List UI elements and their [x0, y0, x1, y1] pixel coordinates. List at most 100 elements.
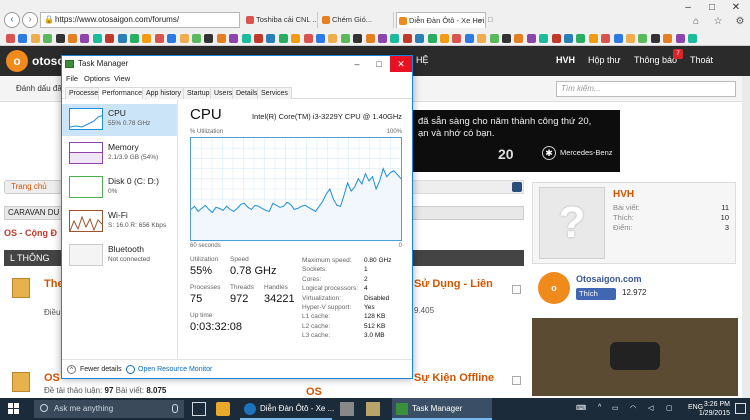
battery-icon[interactable]: ▭: [612, 404, 619, 412]
chevron-up-icon[interactable]: ^: [598, 404, 601, 411]
menu-options[interactable]: Options: [84, 74, 110, 83]
profile-name[interactable]: HVH: [613, 189, 634, 200]
favorite-site-icon[interactable]: [477, 34, 487, 43]
forum-title[interactable]: OS: [44, 372, 60, 384]
favorite-site-icon[interactable]: [378, 34, 387, 43]
browser-tab-3[interactable]: Diễn Đàn Ôtô - Xe Hơi Bốn ... ×: [396, 12, 486, 28]
windows-start-icon[interactable]: [8, 403, 20, 415]
favorite-site-icon[interactable]: [588, 34, 598, 43]
back-button[interactable]: ‹: [4, 12, 20, 28]
favorite-site-icon[interactable]: [316, 34, 325, 43]
favorite-site-icon[interactable]: [154, 34, 164, 43]
sidebar-item-bluetooth[interactable]: Bluetooth Not connected: [62, 240, 177, 272]
menu-file[interactable]: File: [66, 74, 78, 83]
browser-tab-1[interactable]: Toshiba cải CNL ...: [244, 12, 318, 28]
star-icon[interactable]: ☆: [710, 16, 726, 27]
avatar[interactable]: ?: [539, 187, 605, 259]
favorite-site-icon[interactable]: [18, 34, 28, 43]
mark-read-link[interactable]: Đánh dấu đã: [16, 84, 62, 93]
task-view-icon[interactable]: [192, 402, 206, 416]
favorite-site-icon[interactable]: [43, 34, 53, 43]
favorite-site-icon[interactable]: [241, 34, 251, 43]
tab-startup[interactable]: Startup: [183, 87, 214, 99]
maximize-icon[interactable]: □: [704, 2, 720, 13]
menu-view[interactable]: View: [114, 74, 130, 83]
favorite-site-icon[interactable]: [291, 34, 301, 43]
favorite-site-icon[interactable]: [30, 34, 40, 43]
favorite-site-icon[interactable]: [576, 34, 586, 43]
mercedes-banner[interactable]: đã sẵn sàng cho năm thành công thứ 20, ạ…: [410, 110, 620, 172]
forum-rss-icon[interactable]: [512, 376, 521, 385]
sidebar-item-cpu[interactable]: CPU 55% 0.78 GHz: [62, 104, 177, 136]
home-icon[interactable]: ⌂: [688, 16, 704, 27]
message-icon[interactable]: ▢: [666, 404, 673, 412]
close-tab-icon[interactable]: ×: [478, 13, 482, 28]
keyboard-icon[interactable]: ⌨: [576, 404, 586, 412]
site-logo-text[interactable]: otosc: [32, 54, 64, 68]
minimize-icon[interactable]: –: [680, 2, 696, 13]
favorite-site-icon[interactable]: [55, 34, 65, 43]
favorite-site-icon[interactable]: [638, 34, 648, 43]
chevron-up-icon[interactable]: ^: [67, 365, 76, 374]
tab-performance[interactable]: Performance: [98, 87, 147, 100]
fb-like-button[interactable]: Thích: [576, 288, 616, 300]
sidebar-item-disk[interactable]: Disk 0 (C: D:) 0%: [62, 172, 177, 204]
favorite-site-icon[interactable]: [254, 34, 263, 43]
favorite-site-icon[interactable]: [526, 34, 536, 43]
favorite-site-icon[interactable]: [650, 34, 660, 43]
favorite-site-icon[interactable]: [216, 34, 226, 43]
favorite-site-icon[interactable]: [179, 34, 189, 43]
forum-title-right[interactable]: Sử Dụng - Liên: [414, 278, 493, 290]
favorite-site-icon[interactable]: [192, 34, 201, 43]
favorite-site-icon[interactable]: [402, 34, 412, 43]
taskbar-app-icon[interactable]: [366, 402, 380, 416]
nav-logout[interactable]: Thoát: [690, 55, 713, 65]
close-icon[interactable]: ✕: [728, 2, 744, 13]
favorite-site-icon[interactable]: [427, 34, 437, 43]
nav-item-cut[interactable]: HỆ: [416, 55, 429, 65]
taskbar-clock[interactable]: 3:26 PM 1/29/2015: [699, 400, 730, 418]
favorite-site-icon[interactable]: [340, 34, 350, 43]
favorite-site-icon[interactable]: [551, 34, 561, 43]
close-icon[interactable]: ✕: [390, 56, 412, 72]
nav-notifications[interactable]: Thông báo 7: [634, 49, 684, 65]
nav-inbox[interactable]: Hộp thư: [588, 55, 621, 65]
favorite-site-icon[interactable]: [266, 34, 276, 43]
rss-icon[interactable]: [512, 182, 522, 192]
tab-services[interactable]: Services: [257, 87, 292, 99]
site-search-input[interactable]: Tìm kiếm...: [556, 81, 736, 97]
task-manager-titlebar[interactable]: Task Manager – □ ✕: [62, 56, 412, 72]
taskbar-app-browser[interactable]: Diễn Đàn Ôtô - Xe ...: [240, 398, 334, 420]
favorite-site-icon[interactable]: [675, 34, 685, 43]
taskbar-search-input[interactable]: Ask me anything: [34, 400, 184, 418]
favorite-site-icon[interactable]: [229, 34, 239, 43]
maximize-icon[interactable]: □: [368, 56, 390, 72]
favorite-site-icon[interactable]: [278, 34, 288, 43]
favorite-site-icon[interactable]: [142, 34, 152, 43]
taskbar-app-task-manager[interactable]: Task Manager: [392, 398, 492, 420]
nav-user[interactable]: HVH: [556, 55, 575, 65]
microphone-icon[interactable]: [172, 404, 178, 413]
forward-button[interactable]: ›: [22, 12, 38, 28]
tab-app-history[interactable]: App history: [142, 87, 186, 99]
minimize-icon[interactable]: –: [346, 56, 368, 72]
favorite-site-icon[interactable]: [117, 34, 127, 43]
favorite-site-icon[interactable]: [6, 34, 15, 43]
favorite-site-icon[interactable]: [514, 34, 524, 43]
favorite-site-icon[interactable]: [601, 34, 611, 43]
browser-tab-2[interactable]: Chém Gió...: [320, 12, 394, 28]
favorite-site-icon[interactable]: [415, 34, 425, 43]
favorite-site-icon[interactable]: [440, 34, 449, 43]
gear-icon[interactable]: ⚙: [732, 16, 748, 27]
favorite-site-icon[interactable]: [167, 34, 177, 43]
caravan-link[interactable]: CARAVAN DU: [4, 206, 64, 220]
favorite-site-icon[interactable]: [613, 34, 623, 43]
favorite-site-icon[interactable]: [464, 34, 474, 43]
page-scrollbar[interactable]: [742, 76, 750, 400]
breadcrumb[interactable]: Trang chủ: [4, 180, 62, 194]
address-bar[interactable]: 🔒 https://www.otosaigon.com/forums/: [40, 12, 240, 28]
favorite-site-icon[interactable]: [204, 34, 214, 43]
favorite-site-icon[interactable]: [328, 34, 338, 43]
favorite-site-icon[interactable]: [92, 34, 102, 43]
favorite-site-icon[interactable]: [303, 34, 313, 43]
